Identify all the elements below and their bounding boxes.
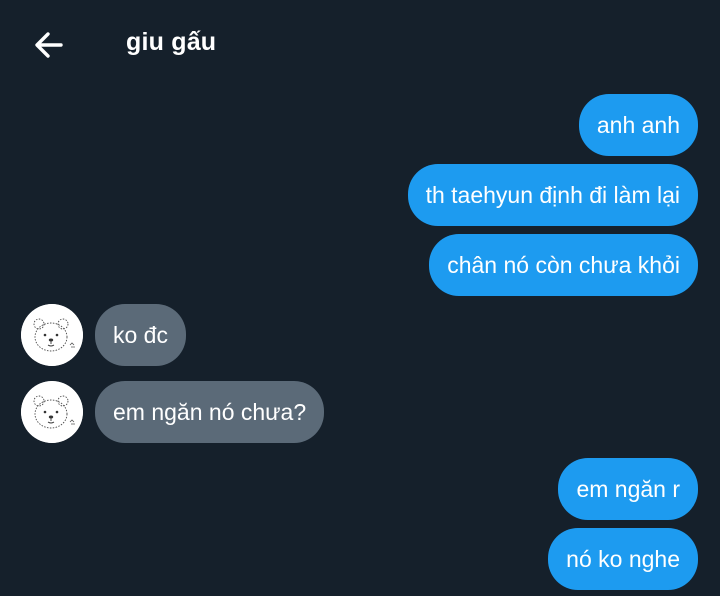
message-bubble-sent[interactable]: th taehyun định đi làm lại bbox=[407, 164, 698, 226]
message-bubble-received[interactable]: em ngăn nó chưa? bbox=[95, 381, 325, 443]
contact-avatar[interactable] bbox=[21, 381, 83, 443]
message-bubble-sent[interactable]: anh anh bbox=[578, 94, 698, 156]
arrow-left-icon bbox=[35, 32, 63, 58]
bear-avatar-icon bbox=[21, 304, 83, 366]
conversation-title[interactable]: giu gấu bbox=[126, 28, 216, 57]
chat-header: giu gấu bbox=[0, 0, 720, 88]
message-bubble-sent[interactable]: chân nó còn chưa khỏi bbox=[429, 234, 698, 296]
back-button[interactable] bbox=[30, 26, 68, 64]
bear-avatar-icon bbox=[21, 381, 83, 443]
message-bubble-sent[interactable]: nó ko nghe bbox=[548, 528, 698, 590]
contact-avatar[interactable] bbox=[21, 304, 83, 366]
chat-screen: giu gấu anh anh th taehyun định đi làm l… bbox=[0, 0, 720, 596]
message-bubble-received[interactable]: ko đc bbox=[95, 304, 186, 366]
message-bubble-sent[interactable]: em ngăn r bbox=[558, 458, 698, 520]
